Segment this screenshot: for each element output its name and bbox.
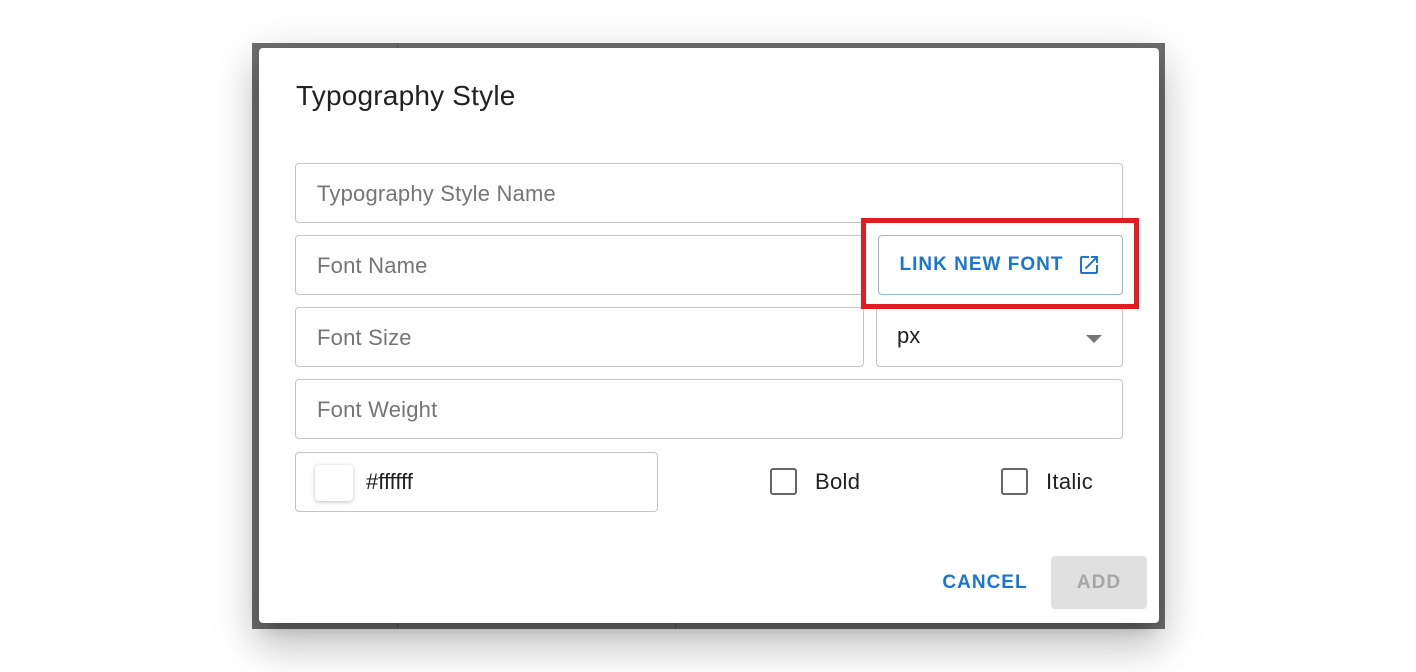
highlight-box: [861, 218, 1139, 309]
font-weight-placeholder: Font Weight: [317, 397, 438, 422]
font-name-field[interactable]: Font Name: [295, 235, 865, 295]
font-weight-field[interactable]: Font Weight: [295, 379, 1123, 439]
bold-label: Bold: [815, 468, 861, 494]
font-name-placeholder: Font Name: [317, 253, 428, 278]
italic-option[interactable]: Italic: [1001, 468, 1093, 495]
arrow-drop-down-icon: [1086, 335, 1102, 343]
color-value: #ffffff: [366, 469, 413, 494]
style-name-field[interactable]: Typography Style Name: [295, 163, 1123, 223]
color-swatch[interactable]: [315, 465, 353, 501]
font-size-unit-select[interactable]: px: [876, 307, 1123, 367]
color-field[interactable]: #ffffff: [295, 452, 658, 512]
bold-checkbox[interactable]: [770, 468, 797, 495]
typography-style-dialog: Typography Style Typography Style Name F…: [259, 48, 1159, 623]
font-size-placeholder: Font Size: [317, 325, 412, 350]
italic-label: Italic: [1046, 468, 1094, 494]
font-size-unit-value: px: [897, 323, 921, 348]
add-button[interactable]: ADD: [1051, 556, 1147, 609]
font-size-field[interactable]: Font Size: [295, 307, 864, 367]
dialog-title: Typography Style: [296, 80, 516, 111]
cancel-button[interactable]: CANCEL: [931, 556, 1039, 609]
bold-option[interactable]: Bold: [770, 468, 860, 495]
style-name-placeholder: Typography Style Name: [317, 181, 556, 206]
italic-checkbox[interactable]: [1001, 468, 1028, 495]
